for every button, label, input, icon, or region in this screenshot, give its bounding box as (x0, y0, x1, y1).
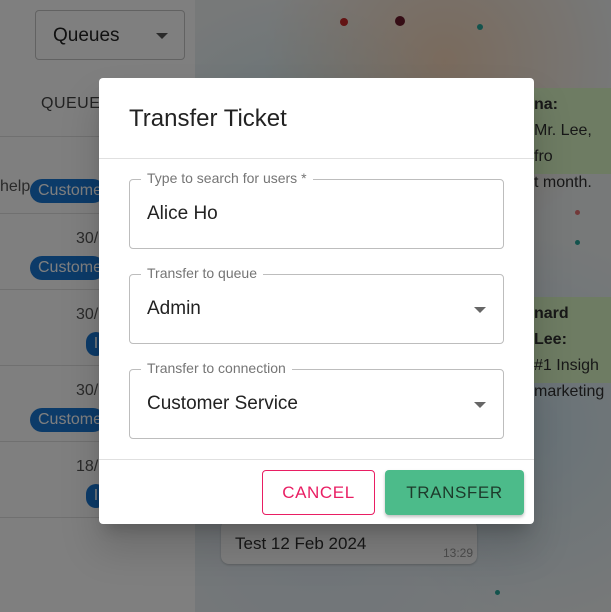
connection-select-value: Customer Service (147, 393, 298, 414)
user-search-field[interactable]: Type to search for users * (129, 170, 504, 249)
chevron-down-icon[interactable] (474, 402, 486, 408)
connection-select-field[interactable]: Transfer to connection Customer Service (129, 360, 504, 439)
user-search-input[interactable] (147, 201, 487, 227)
dialog-title: Transfer Ticket (129, 105, 287, 132)
queue-select-label: Transfer to queue (141, 265, 263, 281)
title-divider (99, 158, 534, 159)
transfer-button[interactable]: TRANSFER (385, 470, 524, 515)
actions-divider (99, 459, 534, 460)
chevron-down-icon[interactable] (474, 307, 486, 313)
user-search-label: Type to search for users * (141, 170, 313, 186)
connection-select-label: Transfer to connection (141, 360, 292, 376)
queue-select-value: Admin (147, 298, 201, 319)
cancel-button[interactable]: CANCEL (262, 470, 375, 515)
queue-select-field[interactable]: Transfer to queue Admin (129, 265, 504, 344)
transfer-ticket-dialog: Transfer Ticket Type to search for users… (99, 78, 534, 524)
